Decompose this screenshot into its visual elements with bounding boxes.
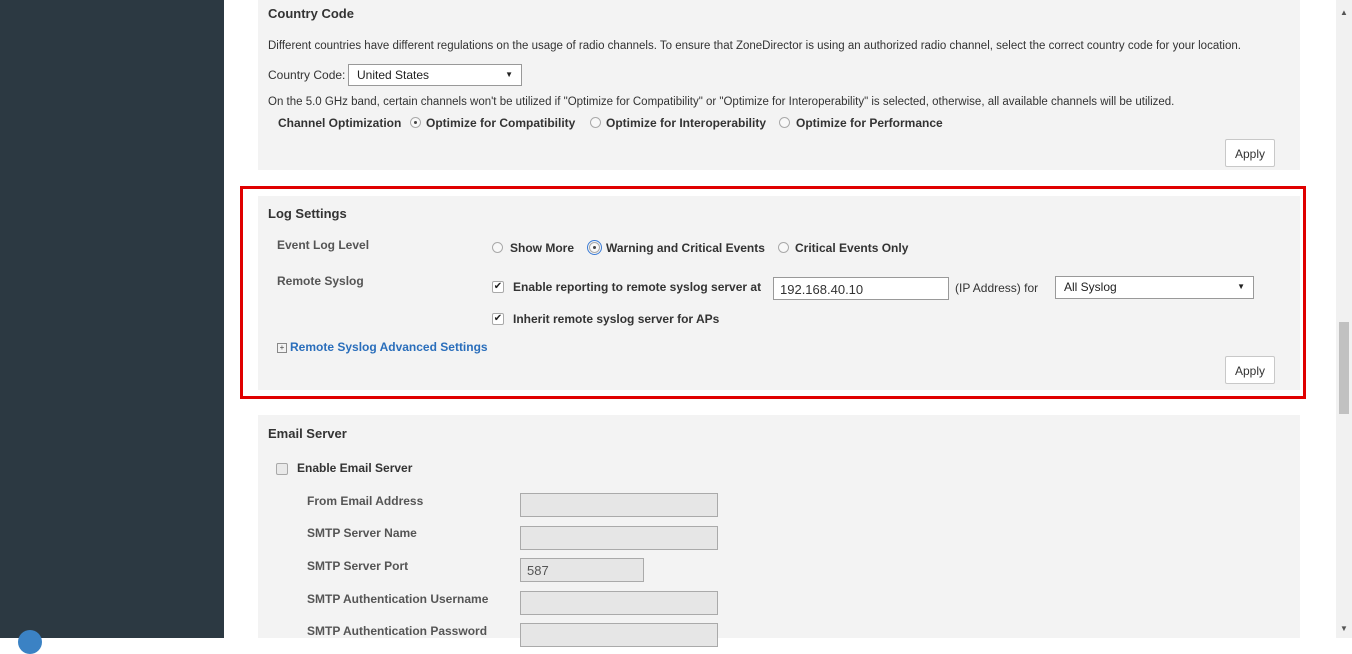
event-log-level-label: Event Log Level	[277, 238, 370, 252]
email-server-title: Email Server	[268, 426, 347, 441]
band-note: On the 5.0 GHz band, certain channels wo…	[268, 96, 1175, 108]
chat-bubble-icon[interactable]	[18, 630, 42, 654]
syslog-facility-select[interactable]: All Syslog ▼	[1055, 276, 1254, 299]
scrollbar-thumb[interactable]	[1339, 322, 1349, 414]
syslog-facility-value: All Syslog	[1064, 280, 1117, 294]
log-apply-button[interactable]: Apply	[1225, 356, 1275, 384]
from-email-input[interactable]	[520, 493, 718, 517]
expand-plus-icon: +	[277, 342, 287, 353]
radio-show-more[interactable]	[492, 242, 503, 253]
smtp-server-port-label: SMTP Server Port	[307, 559, 409, 573]
radio-label-show-more: Show More	[510, 241, 575, 255]
smtp-server-name-input[interactable]	[520, 526, 718, 550]
radio-label-critical-only: Critical Events Only	[795, 241, 909, 255]
country-code-value: United States	[357, 68, 430, 82]
smtp-server-port-input[interactable]: 587	[520, 558, 644, 582]
radio-warning-critical[interactable]	[587, 240, 602, 255]
remote-syslog-advanced-link[interactable]: + Remote Syslog Advanced Settings	[277, 340, 488, 354]
country-code-description: Different countries have different regul…	[268, 40, 1241, 52]
country-code-select[interactable]: United States ▼	[348, 64, 522, 86]
chevron-down-icon: ▼	[505, 70, 513, 79]
radio-optimize-performance[interactable]	[779, 117, 790, 128]
smtp-auth-username-input[interactable]	[520, 591, 718, 615]
country-code-label: Country Code:	[268, 68, 346, 82]
country-apply-button[interactable]: Apply	[1225, 139, 1275, 167]
smtp-auth-username-label: SMTP Authentication Username	[307, 592, 489, 606]
ip-address-suffix: (IP Address) for	[955, 281, 1039, 295]
from-email-label: From Email Address	[307, 494, 424, 508]
remote-syslog-label: Remote Syslog	[277, 274, 364, 288]
syslog-server-ip-input[interactable]: 192.168.40.10	[773, 277, 949, 300]
channel-optimization-label: Channel Optimization	[278, 116, 402, 130]
enable-syslog-checkbox[interactable]: ✔	[492, 281, 504, 293]
scroll-up-arrow-icon[interactable]: ▲	[1340, 8, 1348, 17]
smtp-server-name-label: SMTP Server Name	[307, 526, 417, 540]
radio-optimize-interoperability[interactable]	[590, 117, 601, 128]
radio-label-compatibility: Optimize for Compatibility	[426, 116, 576, 130]
log-settings-title: Log Settings	[268, 206, 347, 221]
inherit-syslog-label: Inherit remote syslog server for APs	[513, 312, 720, 326]
radio-optimize-compatibility[interactable]	[410, 117, 421, 128]
enable-email-checkbox[interactable]	[276, 463, 288, 475]
chevron-down-icon: ▼	[1237, 282, 1245, 291]
vertical-scrollbar[interactable]: ▲ ▼	[1336, 0, 1352, 638]
scroll-down-arrow-icon[interactable]: ▼	[1340, 624, 1348, 633]
inherit-syslog-checkbox[interactable]: ✔	[492, 313, 504, 325]
radio-label-warning-critical: Warning and Critical Events	[606, 241, 765, 255]
country-code-title: Country Code	[268, 6, 354, 21]
smtp-auth-password-label: SMTP Authentication Password	[307, 624, 488, 638]
radio-critical-only[interactable]	[778, 242, 789, 253]
radio-label-interoperability: Optimize for Interoperability	[606, 116, 767, 130]
radio-label-performance: Optimize for Performance	[796, 116, 943, 130]
advanced-link-label: Remote Syslog Advanced Settings	[290, 340, 488, 354]
enable-email-label: Enable Email Server	[297, 461, 413, 475]
smtp-auth-password-input[interactable]	[520, 623, 718, 647]
sidebar	[0, 0, 224, 654]
enable-syslog-label: Enable reporting to remote syslog server…	[513, 280, 762, 294]
